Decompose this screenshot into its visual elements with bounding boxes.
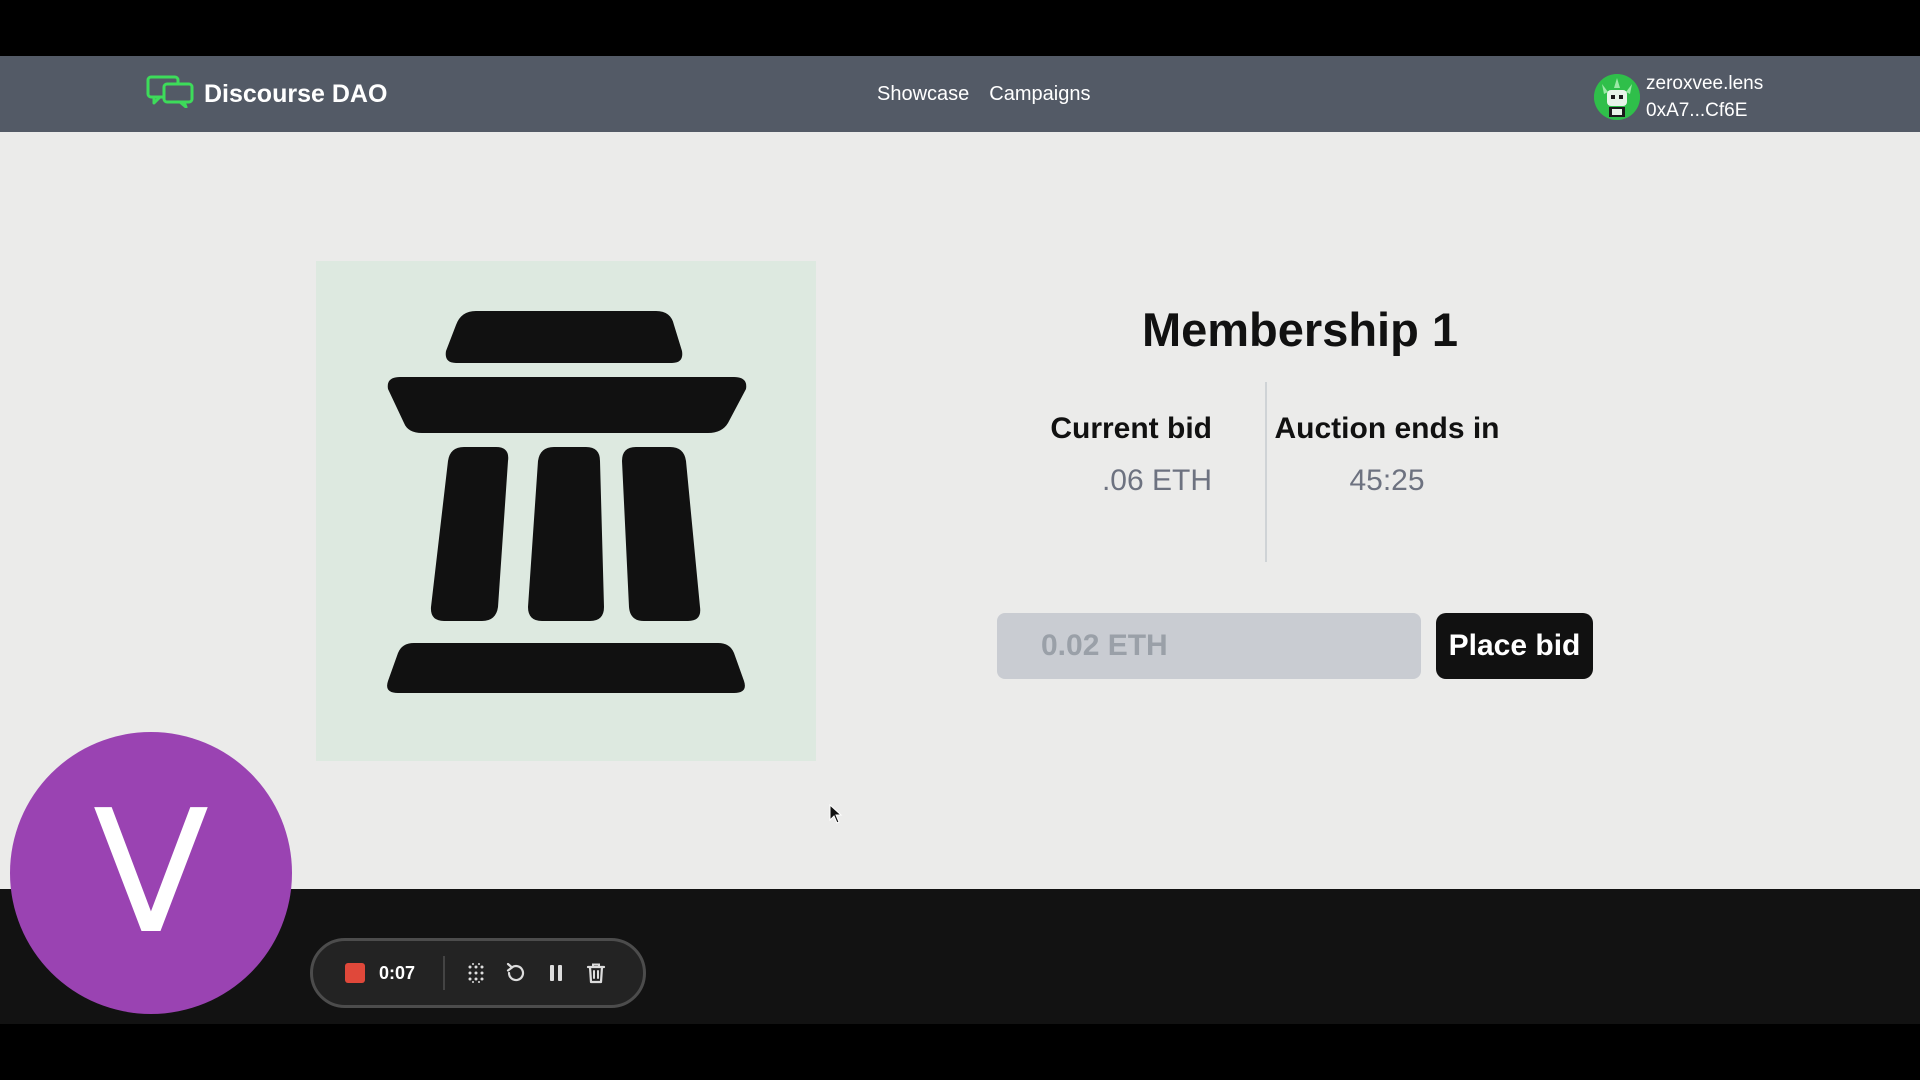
stop-recording-button[interactable] [345, 963, 365, 983]
nft-image [316, 261, 816, 761]
navbar: Discourse DAO Showcase Campaigns zeroxve… [0, 56, 1920, 132]
chat-bubbles-icon [146, 74, 194, 115]
current-bid-label: Current bid [1050, 412, 1212, 445]
screen: Discourse DAO Showcase Campaigns zeroxve… [0, 0, 1920, 1080]
webcam-bubble[interactable]: V [10, 732, 292, 1014]
auction-ends-section: Auction ends in 45:25 [1262, 412, 1512, 498]
nav-showcase[interactable]: Showcase [877, 83, 969, 106]
recording-time: 0:07 [379, 962, 416, 983]
pause-icon[interactable] [543, 960, 569, 986]
brand-link[interactable]: Discourse DAO [146, 56, 387, 132]
recorder-toolbar: 0:07 [310, 938, 646, 1008]
restart-icon[interactable] [503, 960, 529, 986]
account-name: zeroxvee.lens [1646, 73, 1764, 94]
avatar [1594, 74, 1640, 120]
letterbox-bottom [0, 1024, 1920, 1080]
brand-name: Discourse DAO [204, 79, 388, 108]
place-bid-button[interactable]: Place bid [1436, 613, 1593, 679]
auction-page: Membership 1 Current bid .06 ETH Auction… [0, 132, 1920, 889]
nav-campaigns[interactable]: Campaigns [989, 83, 1090, 106]
webcam-initial: V [92, 774, 210, 972]
nav-links: Showcase Campaigns [877, 56, 1090, 132]
letterbox-top [0, 0, 1920, 56]
bid-amount-input[interactable]: 0.02 ETH [997, 613, 1421, 679]
lower-dark-area [0, 889, 1920, 1024]
account-address: 0xA7...Cf6E [1646, 100, 1748, 121]
cursor-icon [829, 803, 843, 829]
trash-icon[interactable] [583, 960, 609, 986]
auction-ends-label: Auction ends in [1274, 412, 1500, 445]
current-bid-section: Current bid .06 ETH [940, 412, 1212, 498]
pillar-icon [387, 311, 747, 693]
toolbar-divider [443, 956, 445, 990]
countdown-timer: 45:25 [1349, 464, 1425, 497]
current-bid-value: .06 ETH [1101, 464, 1212, 497]
grid-dots-icon[interactable] [463, 960, 489, 986]
page-title: Membership 1 [1141, 303, 1459, 356]
account-menu[interactable]: zeroxvee.lens 0xA7...Cf6E [1594, 70, 1763, 124]
